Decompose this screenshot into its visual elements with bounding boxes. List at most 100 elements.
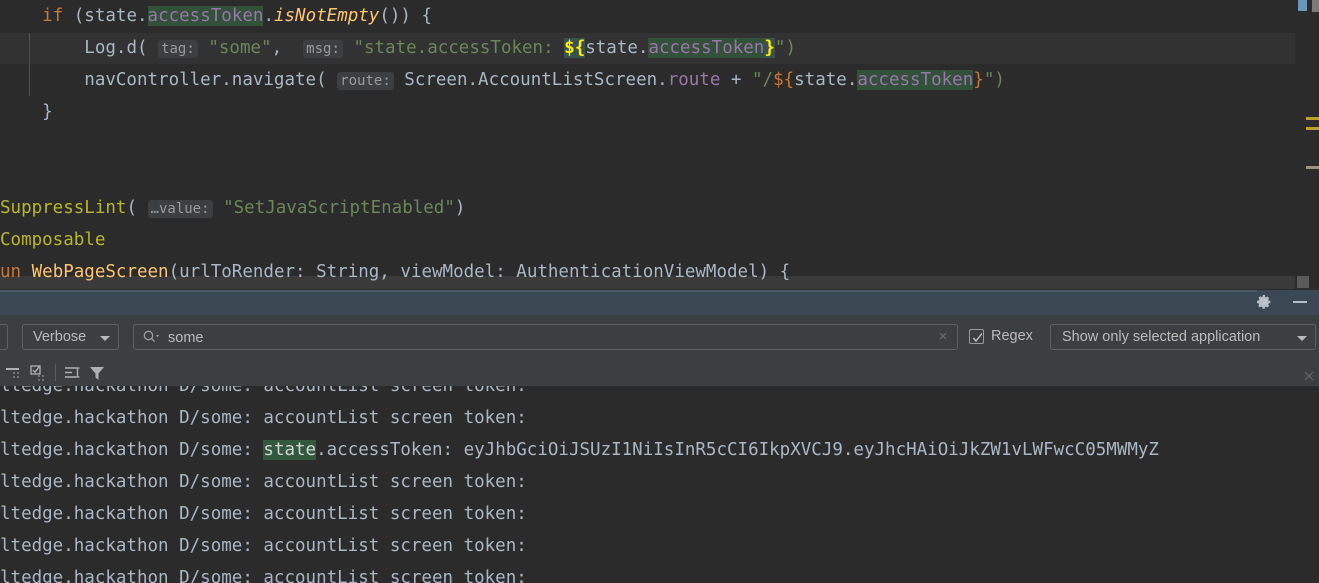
- search-match-highlight: state: [263, 440, 317, 460]
- code-editor-text-area[interactable]: if (state.accessToken.isNotEmpty()) { Lo…: [0, 0, 1295, 290]
- filter-icon[interactable]: [87, 363, 107, 383]
- filter-scope-value: Show only selected application: [1062, 329, 1261, 345]
- warning-marker[interactable]: [1306, 117, 1319, 120]
- code-token: ): [454, 198, 466, 218]
- scrollbar-thumb[interactable]: [1298, 0, 1307, 11]
- code-token: ()) {: [379, 6, 433, 26]
- code-token: "SetJavaScriptEnabled": [223, 198, 455, 218]
- logcat-search-field[interactable]: some ×: [133, 324, 958, 350]
- code-token: }: [764, 38, 775, 58]
- code-token: tag:: [158, 40, 198, 58]
- code-token: .: [263, 6, 274, 26]
- code-token: +: [720, 70, 752, 90]
- line-fun-decl: un WebPageScreen(urlToRender: String, vi…: [0, 256, 1295, 288]
- log-text: ltedge.hackathon D/some: accountList scr…: [0, 472, 527, 492]
- regex-checkbox[interactable]: Regex: [969, 328, 1033, 344]
- close-icon[interactable]: [1303, 367, 1315, 381]
- code-token: route: [667, 70, 721, 90]
- code-token: d: [126, 38, 137, 58]
- log-level-dropdown[interactable]: Verbose: [22, 324, 119, 350]
- log-text: ltedge.hackathon D/some: accountList scr…: [0, 386, 527, 396]
- log-text: ltedge.hackathon D/some: accountList scr…: [0, 536, 527, 556]
- code-token: (state.: [63, 6, 148, 26]
- log-row[interactable]: ltedge.hackathon D/some: accountList scr…: [0, 562, 1319, 583]
- scroll-to-end-icon[interactable]: [29, 363, 49, 383]
- log-row[interactable]: ltedge.hackathon D/some: state.accessTok…: [0, 434, 1319, 466]
- log-row[interactable]: ltedge.hackathon D/some: accountList scr…: [0, 386, 1319, 402]
- code-token: Log.: [0, 38, 127, 58]
- line-suppresslint: SuppressLint( …value: "SetJavaScriptEnab…: [0, 192, 1295, 224]
- search-input-value[interactable]: some: [168, 327, 203, 349]
- minimize-icon[interactable]: [1293, 301, 1307, 303]
- log-row[interactable]: ltedge.hackathon D/some: accountList scr…: [0, 466, 1319, 498]
- line-blank-2: [0, 160, 1295, 192]
- code-editor[interactable]: if (state.accessToken.isNotEmpty()) { Lo…: [0, 0, 1319, 290]
- code-token: Screen.AccountListScreen.: [393, 70, 668, 90]
- code-token: …value:: [147, 200, 213, 218]
- code-token: (: [126, 198, 137, 218]
- code-token: route:: [337, 72, 394, 90]
- line-logd: Log.d( tag: "some", msg: "state.accessTo…: [0, 32, 1295, 64]
- code-token: state.: [794, 70, 858, 90]
- header-divider: [0, 290, 1257, 292]
- search-icon[interactable]: [142, 329, 160, 345]
- clear-icon[interactable]: ×: [935, 329, 951, 345]
- line-closebrace: }: [0, 96, 1295, 128]
- code-token: "some": [208, 38, 272, 58]
- log-text: ltedge.hackathon D/some: accountList scr…: [0, 504, 527, 524]
- code-token: "): [774, 38, 796, 58]
- line-blank-1: [0, 128, 1295, 160]
- log-level-value: Verbose: [33, 329, 87, 345]
- logcat-output[interactable]: ltedge.hackathon D/some: accountList scr…: [0, 386, 1319, 583]
- regex-checkbox-box[interactable]: [969, 328, 984, 344]
- logcat-filter-bar: Verbose some × Regex Show only selected …: [0, 315, 1319, 359]
- clear-logcat-icon[interactable]: [4, 363, 24, 383]
- log-text: ltedge.hackathon D/some:: [0, 440, 264, 460]
- code-token: state.: [585, 38, 649, 58]
- code-token: accessToken: [147, 6, 264, 26]
- scrollbar-bottom-block: [1297, 276, 1309, 288]
- code-token: Composable: [0, 230, 106, 250]
- toolbar-separator: [55, 364, 56, 381]
- toolwindow-header: [0, 290, 1319, 315]
- code-token: un: [0, 262, 22, 282]
- code-token: ${: [564, 38, 586, 58]
- log-row[interactable]: ltedge.hackathon D/some: accountList scr…: [0, 498, 1319, 530]
- chevron-down-icon: [1297, 336, 1307, 341]
- line-if: if (state.accessToken.isNotEmpty()) {: [0, 0, 1295, 32]
- code-token: msg:: [303, 40, 343, 58]
- logcat-toolbar: [0, 359, 1319, 386]
- chevron-down-icon: [100, 336, 110, 341]
- code-token: (urlToRender: String, viewModel: Authent…: [168, 262, 791, 282]
- info-marker[interactable]: [1306, 166, 1319, 169]
- code-token: }: [0, 102, 53, 122]
- gear-icon[interactable]: [1256, 294, 1272, 310]
- code-token: accessToken: [648, 38, 765, 58]
- code-token: isNotEmpty: [273, 6, 380, 26]
- filter-scope-dropdown[interactable]: Show only selected application: [1050, 324, 1316, 350]
- code-token: WebPageScreen: [31, 262, 169, 282]
- editor-marker-gutter[interactable]: [1295, 0, 1319, 290]
- device-selector-partial[interactable]: [0, 324, 8, 350]
- warning-marker[interactable]: [1306, 127, 1319, 130]
- soft-wrap-icon[interactable]: [62, 363, 82, 383]
- log-text: ltedge.hackathon D/some: accountList scr…: [0, 408, 527, 428]
- log-text: .accessToken: eyJhbGciOiJSUzI1NiIsInR5cC…: [316, 440, 1159, 460]
- code-token: "/: [751, 70, 774, 90]
- code-token: "state.accessToken:: [353, 38, 565, 58]
- code-token: accessToken: [857, 70, 974, 90]
- check-icon: [972, 329, 983, 342]
- scrollbar-track-top[interactable]: [1312, 0, 1319, 12]
- log-row[interactable]: ltedge.hackathon D/some: accountList scr…: [0, 530, 1319, 562]
- code-token: if: [42, 6, 64, 26]
- regex-label: Regex: [991, 328, 1033, 344]
- log-row[interactable]: ltedge.hackathon D/some: accountList scr…: [0, 402, 1319, 434]
- code-token: ${: [773, 70, 795, 90]
